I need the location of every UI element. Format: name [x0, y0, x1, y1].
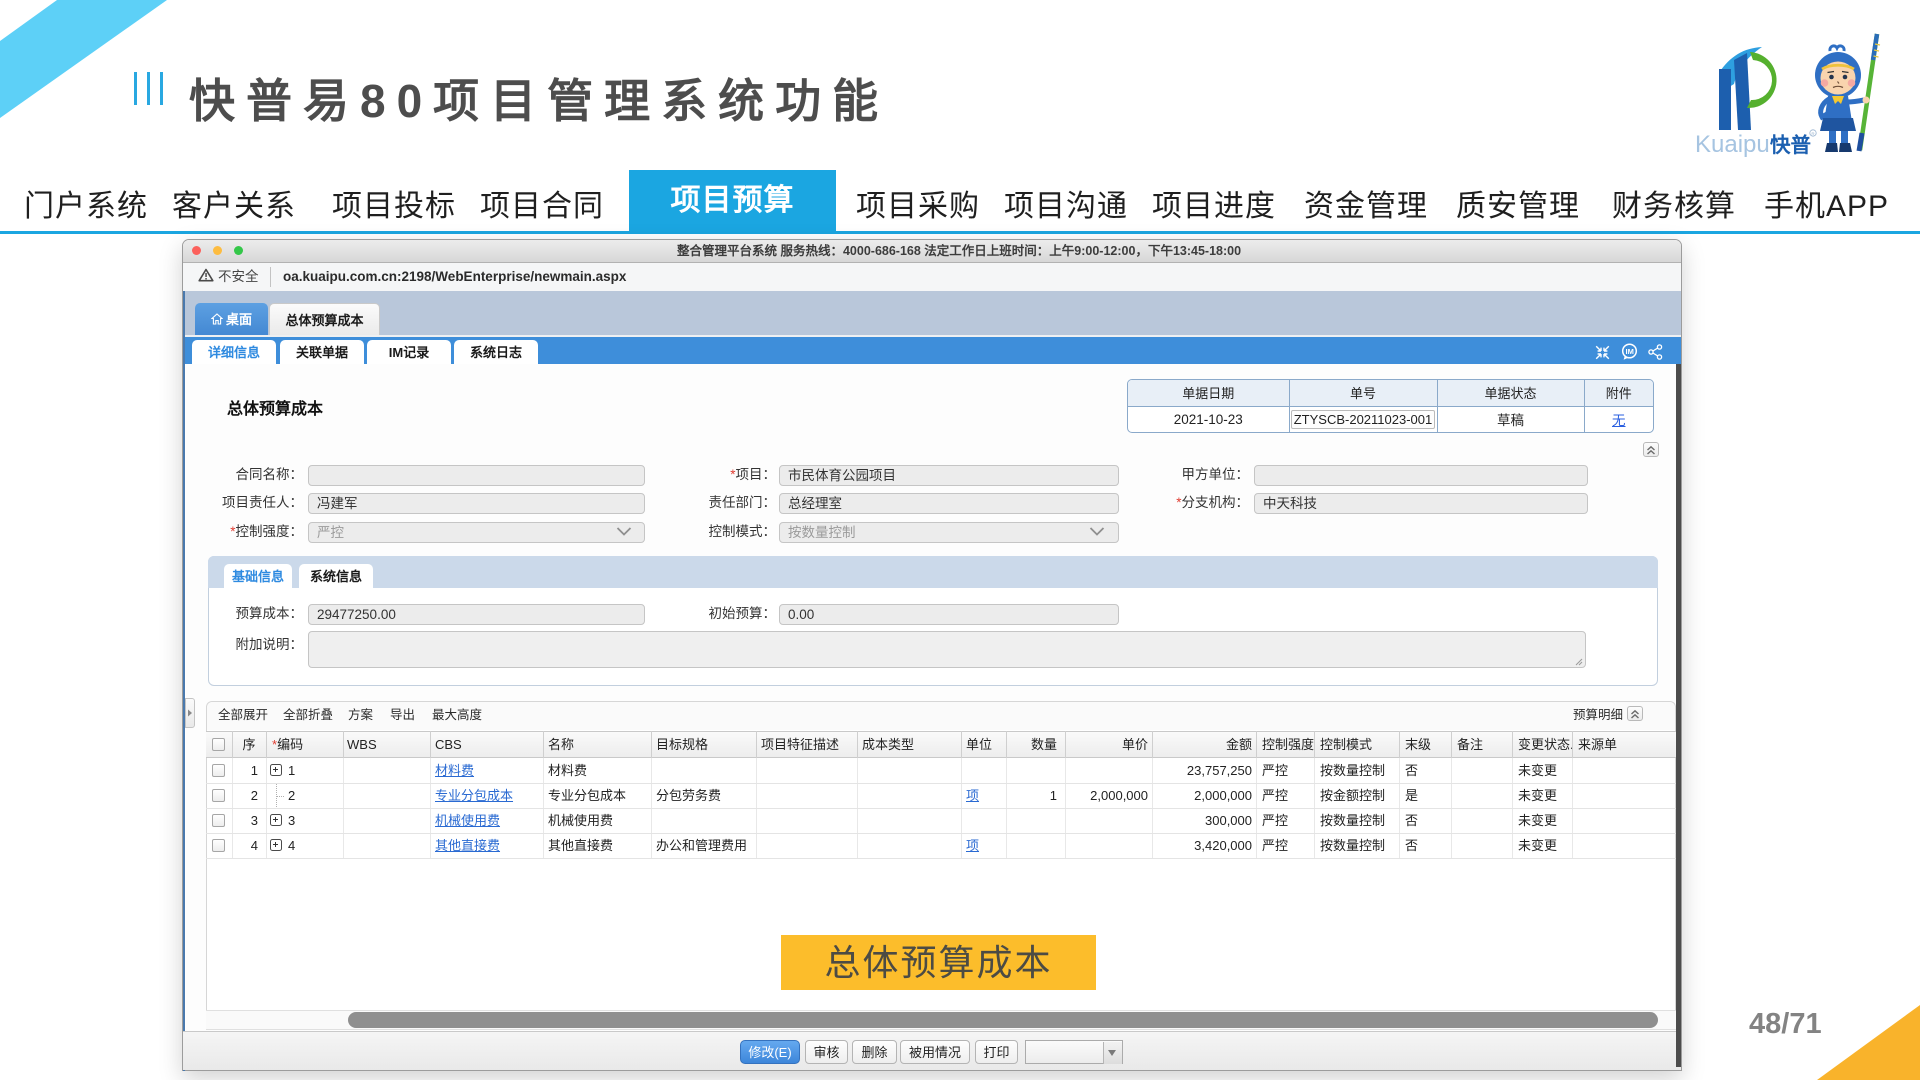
- svg-text:IM: IM: [1626, 347, 1634, 356]
- svg-text:Kuaipu: Kuaipu: [1695, 131, 1770, 158]
- svg-text:快普: 快普: [1770, 133, 1811, 157]
